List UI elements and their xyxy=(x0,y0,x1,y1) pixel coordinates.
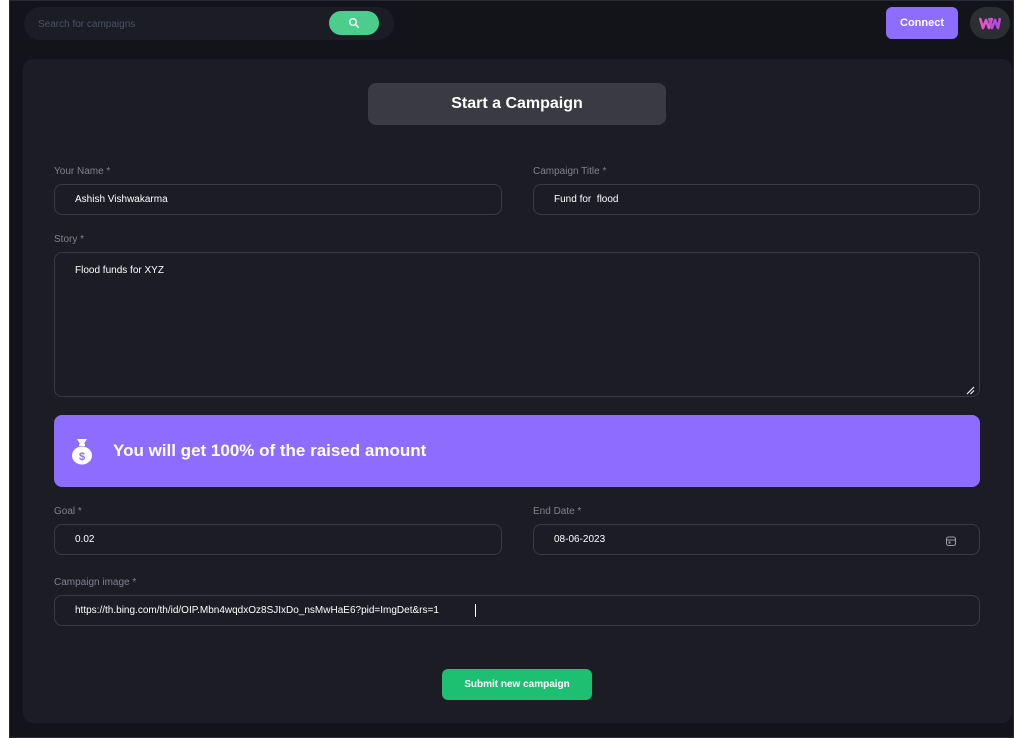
avatar[interactable] xyxy=(970,7,1010,39)
campaign-image-label: Campaign image * xyxy=(54,577,137,588)
end-date-label: End Date * xyxy=(533,506,582,517)
connect-button[interactable]: Connect xyxy=(886,7,958,39)
campaign-image-input[interactable] xyxy=(54,595,980,626)
goal-input[interactable] xyxy=(54,524,502,555)
end-date-input[interactable] xyxy=(533,524,980,555)
brand-logo-icon xyxy=(979,17,1001,30)
app-window: Connect Start a Campaign Your Name * Cam… xyxy=(9,0,1014,738)
campaign-form-card: Start a Campaign Your Name * Campaign Ti… xyxy=(23,59,1012,723)
banner-text: You will get 100% of the raised amount xyxy=(113,441,427,460)
svg-text:$: $ xyxy=(79,451,85,463)
story-textarea[interactable]: Flood funds for XYZ xyxy=(54,252,980,397)
search-input[interactable] xyxy=(36,7,330,42)
info-banner: $ You will get 100% of the raised amount xyxy=(54,415,980,487)
search-bar xyxy=(24,7,394,42)
goal-label: Goal * xyxy=(54,506,82,517)
submit-campaign-button[interactable]: Submit new campaign xyxy=(442,669,592,700)
text-cursor xyxy=(475,604,476,617)
name-input[interactable] xyxy=(54,184,502,215)
search-button[interactable] xyxy=(329,11,379,35)
calendar-icon[interactable] xyxy=(945,535,957,547)
story-label: Story * xyxy=(54,234,85,245)
search-icon xyxy=(349,18,360,29)
resize-handle-icon[interactable] xyxy=(965,385,975,395)
campaign-title-input[interactable] xyxy=(533,184,980,215)
money-bag-icon: $ xyxy=(72,439,92,465)
page-title: Start a Campaign xyxy=(368,83,666,125)
campaign-title-label: Campaign Title * xyxy=(533,166,607,177)
name-label: Your Name * xyxy=(54,166,111,177)
